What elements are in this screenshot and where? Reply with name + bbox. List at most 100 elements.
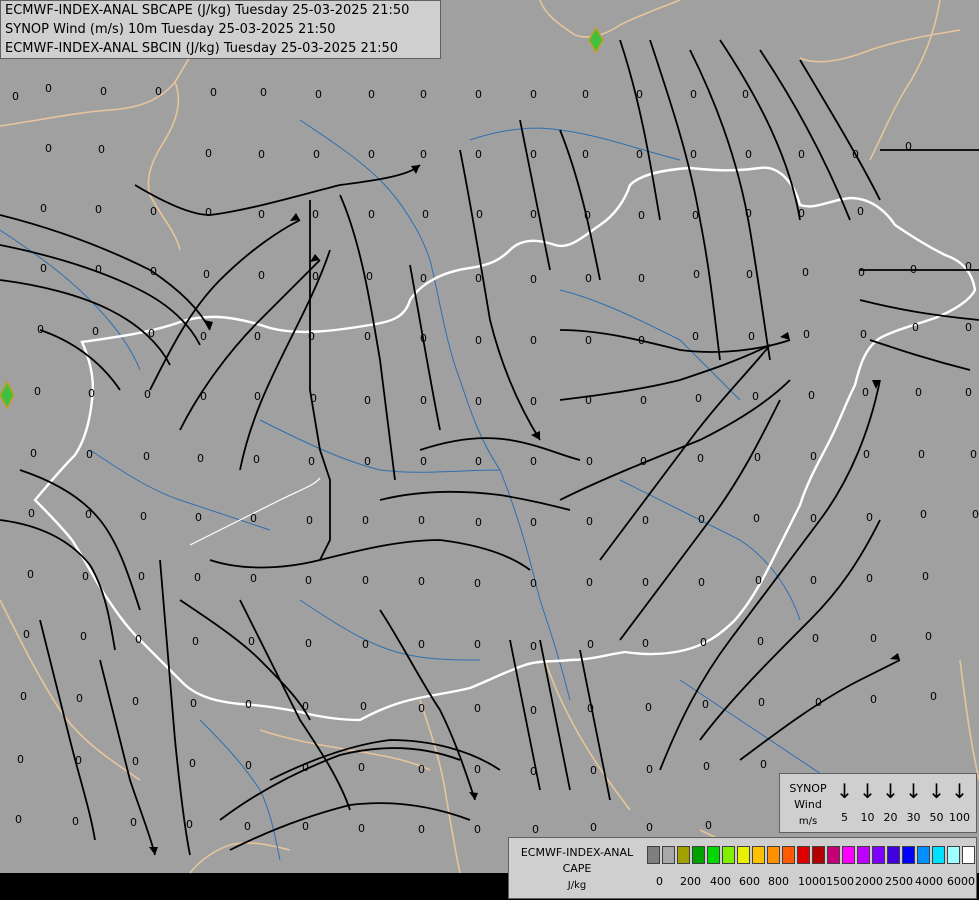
synop-legend-subtitle: Wind [794, 798, 822, 811]
cin-value-label: 0 [587, 638, 594, 651]
cin-value-label: 0 [358, 761, 365, 774]
cin-value-label: 0 [532, 823, 539, 836]
cin-value-label: 0 [15, 813, 22, 826]
cape-color-swatch [707, 846, 720, 864]
cin-value-label: 0 [638, 334, 645, 347]
cin-value-label: 0 [530, 516, 537, 529]
weather-map[interactable]: 0 0 0 0 0 0 0 0 0 0 0 0 0 0 0 0 0 0 0 0 0 0 0 0 0 0 0 0 0 0 0 0 0 0 0 0 0 0 0 0… [0, 0, 979, 900]
cin-value-label: 0 [418, 702, 425, 715]
cin-value-label: 0 [700, 636, 707, 649]
cin-value-label: 0 [312, 208, 319, 221]
cin-value-label: 0 [420, 332, 427, 345]
cin-value-label: 0 [254, 390, 261, 403]
cin-value-label: 0 [692, 330, 699, 343]
cin-value-label: 0 [475, 395, 482, 408]
cin-value-label: 0 [189, 757, 196, 770]
cin-value-label: 0 [586, 455, 593, 468]
cin-value-label: 0 [30, 447, 37, 460]
cape-color-swatch [722, 846, 735, 864]
cin-value-label: 0 [200, 390, 207, 403]
cin-value-label: 0 [930, 690, 937, 703]
cape-color-swatch [752, 846, 765, 864]
cin-value-label: 0 [703, 760, 710, 773]
wind-speed-label: 100 [949, 811, 970, 824]
cin-value-label: 0 [690, 88, 697, 101]
cin-value-label: 0 [636, 88, 643, 101]
cin-value-label: 0 [745, 148, 752, 161]
cin-value-label: 0 [418, 514, 425, 527]
cin-value-label: 0 [585, 334, 592, 347]
cin-value-label: 0 [530, 148, 537, 161]
cape-legend-title: ECMWF-INDEX-ANAL [520, 846, 634, 859]
cin-value-label: 0 [810, 512, 817, 525]
cin-value-label: 0 [362, 638, 369, 651]
cin-value-label: 0 [250, 512, 257, 525]
cin-value-label: 0 [245, 698, 252, 711]
synop-wind-legend: SYNOP Wind m/s ↓ 5 ↓ 10 ↓ 20 ↓ 30 ↓ 50 ↓ 100 [779, 773, 977, 833]
cin-value-label: 0 [20, 690, 27, 703]
cape-color-swatch [872, 846, 885, 864]
cin-value-label: 0 [362, 514, 369, 527]
cin-value-label: 0 [530, 577, 537, 590]
cin-value-label: 0 [420, 272, 427, 285]
cape-color-swatch [887, 846, 900, 864]
cin-value-label: 0 [808, 389, 815, 402]
cin-value-label: 0 [245, 759, 252, 772]
cin-value-label: 0 [475, 148, 482, 161]
cin-value-label: 0 [530, 88, 537, 101]
cape-legend-subtitle: CAPE [562, 862, 592, 875]
wind-arrow-icon: ↓ [882, 779, 899, 803]
cin-value-label: 0 [474, 823, 481, 836]
cin-value-label: 0 [642, 514, 649, 527]
cin-value-label: 0 [72, 815, 79, 828]
header-synop-wind: SYNOP Wind (m/s) 10m Tuesday 25-03-2025 … [5, 22, 336, 37]
cin-value-label: 0 [86, 448, 93, 461]
cape-tick-label: 1000 [798, 875, 826, 888]
cin-value-label: 0 [590, 764, 597, 777]
cin-value-label: 0 [305, 574, 312, 587]
cin-value-label: 0 [863, 448, 870, 461]
cin-value-label: 0 [144, 388, 151, 401]
cin-value-label: 0 [85, 508, 92, 521]
cin-value-label: 0 [360, 700, 367, 713]
cin-value-label: 0 [45, 82, 52, 95]
cin-value-label: 0 [798, 207, 805, 220]
cin-value-label: 0 [306, 514, 313, 527]
header-sbcape: ECMWF-INDEX-ANAL SBCAPE (J/kg) Tuesday 2… [5, 3, 410, 18]
cape-tick-label: 4000 [915, 875, 943, 888]
cape-tick-label: 400 [710, 875, 731, 888]
cin-value-label: 0 [475, 272, 482, 285]
cin-value-label: 0 [205, 147, 212, 160]
cin-value-label: 0 [755, 574, 762, 587]
cin-value-label: 0 [810, 450, 817, 463]
cin-value-label: 0 [418, 823, 425, 836]
cin-value-label: 0 [530, 765, 537, 778]
cape-tick-label: 2500 [885, 875, 913, 888]
cape-color-swatch [947, 846, 960, 864]
cin-value-label: 0 [698, 576, 705, 589]
cin-value-label: 0 [302, 700, 309, 713]
cin-value-label: 0 [130, 816, 137, 829]
cin-value-label: 0 [582, 88, 589, 101]
cin-value-label: 0 [17, 753, 24, 766]
cin-value-label: 0 [638, 209, 645, 222]
cape-color-swatch [962, 846, 975, 864]
cin-value-label: 0 [420, 455, 427, 468]
cin-value-label: 0 [530, 640, 537, 653]
cape-legend-unit: J/kg [567, 880, 587, 891]
cin-value-label: 0 [418, 575, 425, 588]
cin-value-label: 0 [803, 328, 810, 341]
cape-color-swatch [827, 846, 840, 864]
cin-value-label: 0 [368, 88, 375, 101]
cin-value-label: 0 [138, 570, 145, 583]
wind-speed-label: 5 [841, 811, 848, 824]
cin-value-label: 0 [692, 209, 699, 222]
wind-speed-label: 20 [883, 811, 898, 824]
cin-value-label: 0 [815, 696, 822, 709]
cin-value-label: 0 [757, 635, 764, 648]
cin-value-label: 0 [866, 572, 873, 585]
cin-value-label: 0 [965, 321, 972, 334]
cin-value-label: 0 [475, 516, 482, 529]
cin-value-label: 0 [702, 698, 709, 711]
cin-value-label: 0 [258, 208, 265, 221]
